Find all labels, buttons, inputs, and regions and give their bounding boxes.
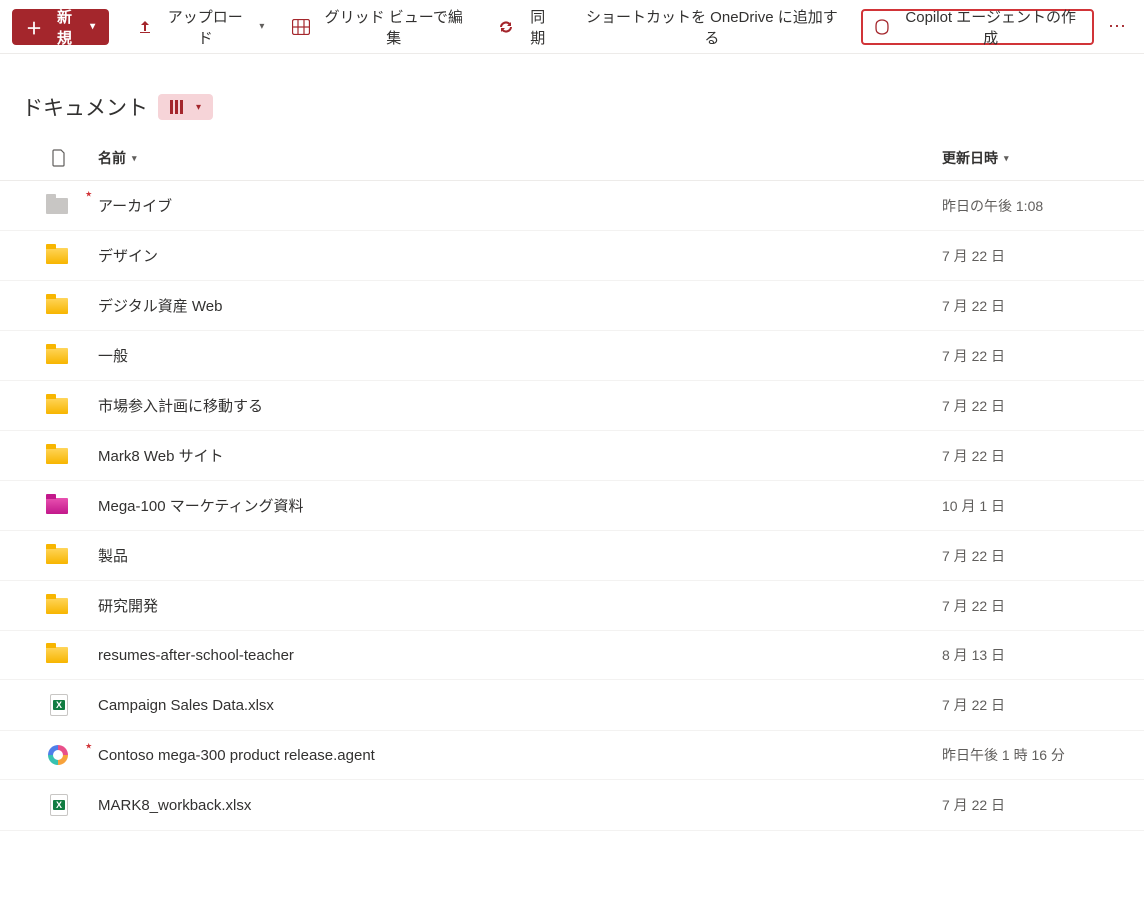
item-modified: 8 月 13 日 bbox=[942, 645, 1122, 665]
chevron-down-icon: ▾ bbox=[132, 153, 137, 164]
folder-yellow-icon bbox=[22, 448, 98, 464]
column-header-row: 名前 ▾ 更新日時 ▾ bbox=[0, 138, 1144, 181]
list-view-icon bbox=[170, 100, 188, 114]
item-modified: 昨日の午後 1:08 bbox=[942, 196, 1122, 216]
folder-yellow-icon bbox=[22, 298, 98, 314]
column-modified-label: 更新日時 bbox=[942, 148, 998, 168]
list-item[interactable]: Mega-100 マーケティング資料10 月 1 日 bbox=[0, 481, 1144, 531]
more-actions-button[interactable]: ⋯ bbox=[1102, 12, 1132, 41]
plus-icon: ＋ bbox=[26, 15, 42, 39]
chevron-down-icon: ▾ bbox=[1004, 153, 1009, 164]
upload-button[interactable]: アップロード ▾ bbox=[127, 9, 274, 45]
item-name[interactable]: Mark8 Web サイト bbox=[98, 445, 942, 466]
list-item[interactable]: resumes-after-school-teacher8 月 13 日 bbox=[0, 631, 1144, 680]
add-shortcut-label: ショートカットを OneDrive に追加する bbox=[580, 6, 843, 48]
folder-yellow-icon bbox=[22, 647, 98, 663]
view-switcher[interactable]: ▾ bbox=[158, 94, 213, 120]
folder-yellow-icon bbox=[22, 248, 98, 264]
upload-label: アップロード bbox=[161, 6, 249, 48]
chevron-down-icon: ▾ bbox=[259, 21, 264, 32]
command-bar: ＋ 新規 ▾ アップロード ▾ グリッド ビューで編集 同期 ショートカットを … bbox=[0, 0, 1144, 54]
item-name[interactable]: resumes-after-school-teacher bbox=[98, 647, 942, 664]
item-name[interactable]: デジタル資産 Web bbox=[98, 295, 942, 316]
item-name[interactable]: Mega-100 マーケティング資料 bbox=[98, 495, 942, 516]
library-title: ドキュメント bbox=[22, 92, 148, 122]
item-name[interactable]: Campaign Sales Data.xlsx bbox=[98, 697, 942, 714]
column-header-name[interactable]: 名前 ▾ bbox=[98, 148, 942, 168]
folder-yellow-icon bbox=[22, 398, 98, 414]
list-item[interactable]: 一般7 月 22 日 bbox=[0, 331, 1144, 381]
item-modified: 7 月 22 日 bbox=[942, 296, 1122, 316]
item-modified: 7 月 22 日 bbox=[942, 795, 1122, 815]
list-item[interactable]: 市場参入計画に移動する7 月 22 日 bbox=[0, 381, 1144, 431]
column-header-modified[interactable]: 更新日時 ▾ bbox=[942, 148, 1122, 168]
chevron-down-icon: ▾ bbox=[196, 102, 201, 113]
folder-pink-icon bbox=[22, 498, 98, 514]
new-indicator-icon: ⭑ bbox=[86, 189, 91, 200]
list-item[interactable]: Contoso mega-300 product release.agent⭑昨… bbox=[0, 731, 1144, 780]
file-xlsx-icon bbox=[22, 694, 98, 716]
list-item[interactable]: アーカイブ⭑昨日の午後 1:08 bbox=[0, 181, 1144, 231]
item-name[interactable]: 製品 bbox=[98, 545, 942, 566]
grid-edit-label: グリッド ビューで編集 bbox=[318, 6, 469, 48]
item-modified: 7 月 22 日 bbox=[942, 546, 1122, 566]
item-modified: 7 月 22 日 bbox=[942, 446, 1122, 466]
list-item[interactable]: デザイン7 月 22 日 bbox=[0, 231, 1144, 281]
copilot-icon bbox=[873, 19, 891, 35]
chevron-down-icon: ▾ bbox=[90, 21, 95, 32]
list-item[interactable]: Campaign Sales Data.xlsx7 月 22 日 bbox=[0, 680, 1144, 731]
library-title-bar: ドキュメント ▾ bbox=[0, 54, 1144, 138]
list-item[interactable]: Mark8 Web サイト7 月 22 日 bbox=[0, 431, 1144, 481]
item-name[interactable]: Contoso mega-300 product release.agent⭑ bbox=[98, 747, 942, 764]
item-name[interactable]: 研究開発 bbox=[98, 595, 942, 616]
folder-yellow-icon bbox=[22, 598, 98, 614]
add-shortcut-button[interactable]: ショートカットを OneDrive に追加する bbox=[570, 9, 853, 45]
copilot-label: Copilot エージェントの作成 bbox=[899, 6, 1082, 48]
new-indicator-icon: ⭑ bbox=[86, 741, 91, 752]
sync-label: 同期 bbox=[523, 6, 552, 48]
file-xlsx-icon bbox=[22, 794, 98, 816]
item-modified: 7 月 22 日 bbox=[942, 346, 1122, 366]
upload-icon bbox=[137, 19, 153, 35]
file-list: アーカイブ⭑昨日の午後 1:08デザイン7 月 22 日デジタル資産 Web7 … bbox=[0, 181, 1144, 831]
list-item[interactable]: MARK8_workback.xlsx7 月 22 日 bbox=[0, 780, 1144, 831]
sync-icon bbox=[497, 19, 515, 35]
item-modified: 7 月 22 日 bbox=[942, 396, 1122, 416]
list-item[interactable]: 製品7 月 22 日 bbox=[0, 531, 1144, 581]
item-modified: 10 月 1 日 bbox=[942, 496, 1122, 516]
item-modified: 7 月 22 日 bbox=[942, 596, 1122, 616]
grid-edit-button[interactable]: グリッド ビューで編集 bbox=[282, 9, 479, 45]
item-modified: 7 月 22 日 bbox=[942, 246, 1122, 266]
item-name[interactable]: デザイン bbox=[98, 245, 942, 266]
new-button-label: 新規 bbox=[50, 6, 79, 48]
item-name[interactable]: MARK8_workback.xlsx bbox=[98, 797, 942, 814]
new-button[interactable]: ＋ 新規 ▾ bbox=[12, 9, 109, 45]
column-name-label: 名前 bbox=[98, 148, 126, 168]
grid-icon bbox=[292, 19, 310, 35]
sync-button[interactable]: 同期 bbox=[487, 9, 562, 45]
item-name[interactable]: 一般 bbox=[98, 345, 942, 366]
create-copilot-agent-button[interactable]: Copilot エージェントの作成 bbox=[861, 9, 1094, 45]
list-item[interactable]: 研究開発7 月 22 日 bbox=[0, 581, 1144, 631]
item-modified: 昨日午後 1 時 16 分 bbox=[942, 745, 1122, 765]
item-modified: 7 月 22 日 bbox=[942, 695, 1122, 715]
folder-yellow-icon bbox=[22, 548, 98, 564]
list-item[interactable]: デジタル資産 Web7 月 22 日 bbox=[0, 281, 1144, 331]
item-name[interactable]: アーカイブ⭑ bbox=[98, 195, 942, 216]
column-header-type[interactable] bbox=[22, 149, 98, 167]
folder-yellow-icon bbox=[22, 348, 98, 364]
item-name[interactable]: 市場参入計画に移動する bbox=[98, 395, 942, 416]
